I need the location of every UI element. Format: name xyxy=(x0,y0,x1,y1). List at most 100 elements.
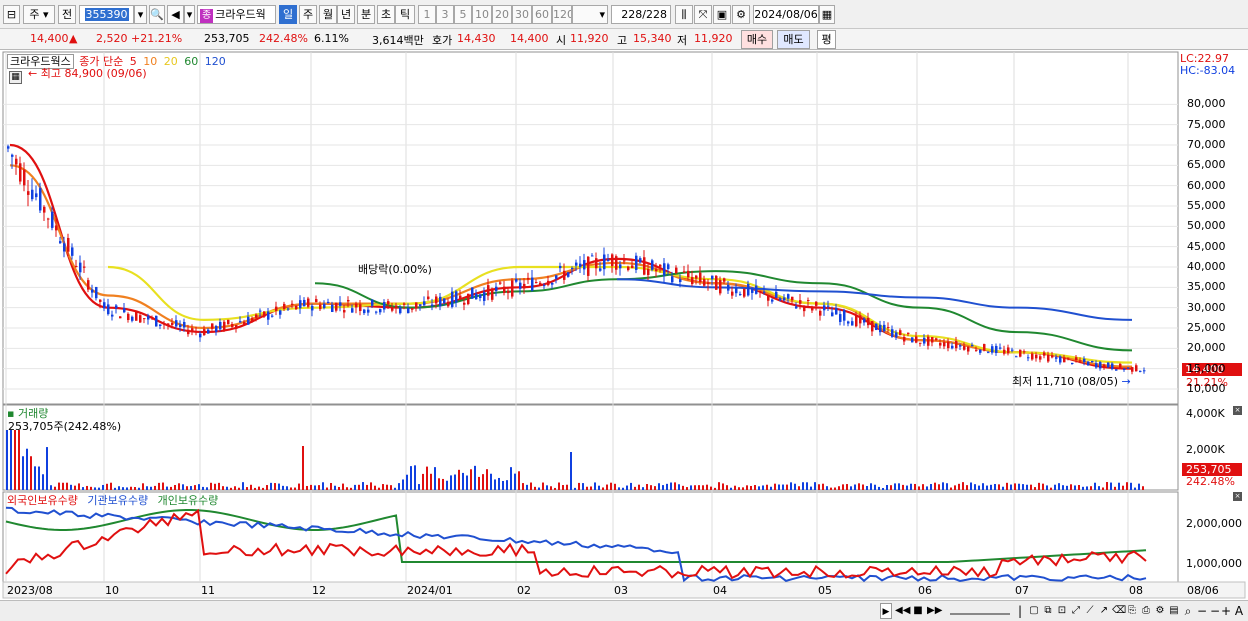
eraser-icon[interactable]: ⌫ xyxy=(1112,603,1126,619)
stop-icon[interactable]: ■ xyxy=(912,603,924,619)
quote-bar: 14,400 ▲ 2,520 +21.21% 253,705 242.48% 6… xyxy=(0,29,1248,50)
close-volume-pane-icon[interactable]: × xyxy=(1233,406,1242,415)
interval-120-button[interactable]: 120 xyxy=(552,5,572,24)
candle-body xyxy=(887,327,890,329)
volume-bar xyxy=(498,477,500,490)
holdings-legend: 외국인보유수량 기관보유수량 개인보유수량 xyxy=(7,492,218,508)
candle-body xyxy=(639,258,642,263)
window-menu-icon[interactable]: ⊟ xyxy=(3,5,20,24)
interval-3-button[interactable]: 3 xyxy=(436,5,454,24)
holdings-tick-1m: 1,000,000 xyxy=(1186,557,1242,570)
period-second-button[interactable]: 초 xyxy=(377,5,395,24)
scroll-right-icon[interactable]: ▶ xyxy=(880,603,892,619)
volume-bar xyxy=(470,469,472,490)
interval-20-button[interactable]: 20 xyxy=(492,5,512,24)
volume-bar xyxy=(846,484,848,490)
volume-bar xyxy=(634,486,636,490)
volume-bar xyxy=(534,486,536,490)
volume-bar xyxy=(26,448,28,490)
save-icon[interactable]: ▣ xyxy=(713,5,731,24)
candle-body xyxy=(123,308,126,313)
period-year-button[interactable]: 년 xyxy=(337,5,355,24)
chart-type-icon[interactable]: ▤ xyxy=(1168,603,1180,619)
volume-bar xyxy=(366,484,368,490)
line-tool-icon[interactable]: ⟋ xyxy=(1084,603,1096,619)
stock-chart[interactable] xyxy=(0,50,1248,600)
interval-5-button[interactable]: 5 xyxy=(454,5,472,24)
volume-bar xyxy=(398,483,400,490)
interval-custom-select[interactable]: ▾ xyxy=(572,5,608,24)
interval-1-button[interactable]: 1 xyxy=(418,5,436,24)
period-day-button[interactable]: 일 xyxy=(279,5,297,24)
volume-bar xyxy=(586,486,588,490)
volume-bar xyxy=(306,485,308,490)
candle-body xyxy=(1083,358,1086,362)
interval-10-button[interactable]: 10 xyxy=(472,5,492,24)
candle-body xyxy=(483,292,486,301)
candle-body xyxy=(895,332,898,338)
settings-small-icon[interactable]: ⚙ xyxy=(1154,603,1166,619)
volume-bar xyxy=(110,482,112,490)
scroll-start-icon[interactable]: ◀◀ xyxy=(895,603,910,619)
speaker-icon[interactable]: ◀ xyxy=(167,5,184,24)
layout-icon-1[interactable]: ▢ xyxy=(1028,603,1040,619)
chevron-down-icon: ▾ xyxy=(599,8,605,21)
candle-body xyxy=(343,309,346,313)
data-count-field[interactable]: 228/228 xyxy=(611,5,671,24)
period-minute-button[interactable]: 분 xyxy=(357,5,375,24)
chart-area[interactable]: 크라우드웍스 종가 단순 5 10 20 60 120 ▦ ← 최고 84,90… xyxy=(0,50,1248,600)
calendar-icon[interactable]: ▦ xyxy=(819,5,835,24)
search-icon[interactable]: 🔍 xyxy=(149,5,165,24)
market-select[interactable]: 주 ▾ xyxy=(23,5,55,24)
interval-60-button[interactable]: 60 xyxy=(532,5,552,24)
calendar-small-icon[interactable]: ▦ xyxy=(9,71,22,84)
speaker-dropdown-icon[interactable]: ▾ xyxy=(184,5,195,24)
layout-icon-2[interactable]: ⧉ xyxy=(1042,603,1054,619)
tool-icon[interactable]: ⤧ xyxy=(694,5,712,24)
volume-bar xyxy=(174,485,176,490)
zoom-out-icon[interactable]: − xyxy=(1196,603,1208,619)
candle-body xyxy=(327,301,330,304)
print-icon[interactable]: ⎙ xyxy=(1140,603,1152,619)
candle-body xyxy=(179,324,182,328)
volume-bar xyxy=(14,430,16,490)
layout-icon-3[interactable]: ⊡ xyxy=(1056,603,1068,619)
font-size-icon[interactable]: A xyxy=(1233,603,1245,619)
volume-bar xyxy=(66,482,68,490)
high-price: 15,340 xyxy=(633,32,672,45)
close-holdings-pane-icon[interactable]: × xyxy=(1233,492,1242,501)
volume-bar xyxy=(1022,484,1024,490)
volume-bar xyxy=(18,430,20,490)
scroll-end-icon[interactable]: ▶▶ xyxy=(927,603,942,619)
volume-bar xyxy=(950,487,952,490)
zoom-in-icon[interactable]: + xyxy=(1220,603,1232,619)
period-month-button[interactable]: 월 xyxy=(319,5,337,24)
gear-icon[interactable]: ⚙ xyxy=(732,5,750,24)
candle-body xyxy=(331,304,334,313)
copy-icon[interactable]: ⎘ xyxy=(1126,603,1138,619)
period-week-button[interactable]: 주 xyxy=(299,5,317,24)
candle-body xyxy=(1075,357,1078,361)
code-dropdown-icon[interactable]: ▾ xyxy=(134,5,147,24)
trend-tool-icon[interactable]: ↗ xyxy=(1098,603,1110,619)
candle-icon[interactable]: ⫼ xyxy=(675,5,693,24)
buy-button[interactable]: 매수 xyxy=(741,30,773,49)
candle-body xyxy=(227,319,230,325)
date-field[interactable]: 2024/08/06 xyxy=(753,5,819,24)
eval-button[interactable]: 평 xyxy=(817,30,836,49)
zoom-slider[interactable] xyxy=(948,603,1012,619)
fit-icon[interactable]: ⤢ xyxy=(1070,603,1082,619)
zoom-search-icon[interactable]: ⌕ xyxy=(1182,603,1194,619)
volume-bar xyxy=(814,482,816,490)
stock-code-input[interactable]: 355390 xyxy=(79,5,134,24)
period-tick-button[interactable]: 틱 xyxy=(395,5,415,24)
interval-30-button[interactable]: 30 xyxy=(512,5,532,24)
stock-name-box[interactable]: 종 크라우드웍 xyxy=(197,5,276,24)
dividend-annotation: 배당락(0.00%) xyxy=(358,263,432,276)
candle-body xyxy=(959,345,962,347)
candle-body xyxy=(163,323,166,325)
jeon-button[interactable]: 전 xyxy=(58,5,76,24)
sell-button[interactable]: 매도 xyxy=(777,30,810,49)
price-axis-tick: 75,000 xyxy=(1187,117,1226,131)
volume-bar xyxy=(774,483,776,490)
